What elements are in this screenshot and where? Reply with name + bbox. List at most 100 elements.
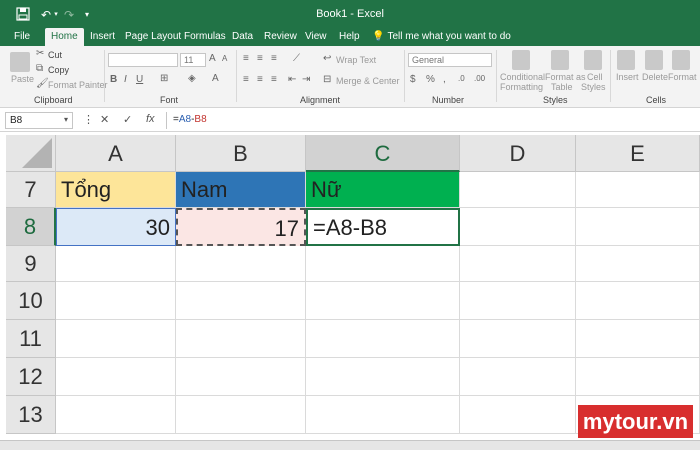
cell-e12[interactable] <box>576 358 700 396</box>
cell-c8[interactable]: =A8-B8 <box>306 208 460 246</box>
row-header-8[interactable]: 8 <box>6 208 56 246</box>
row-header-11[interactable]: 11 <box>6 320 56 358</box>
align-right-icon[interactable]: ≡ <box>271 74 277 85</box>
italic-icon[interactable]: I <box>124 74 127 85</box>
font-name-input[interactable] <box>108 53 178 67</box>
tab-insert[interactable]: Insert <box>84 28 121 46</box>
enter-icon[interactable]: ✓ <box>123 113 132 126</box>
cell-a7[interactable]: Tổng <box>56 172 176 208</box>
grow-font-icon[interactable]: A <box>209 53 216 64</box>
tab-data[interactable]: Data <box>226 28 259 46</box>
cell-d9[interactable] <box>460 246 576 282</box>
currency-icon[interactable]: $ <box>410 74 416 85</box>
borders-icon[interactable]: ⊞ <box>160 73 168 84</box>
format-cells-icon[interactable] <box>672 50 690 70</box>
cancel-icon[interactable]: ✕ <box>100 113 109 126</box>
cell-styles-icon[interactable] <box>584 50 602 70</box>
tab-home[interactable]: Home <box>45 28 84 46</box>
align-bottom-icon[interactable]: ≡ <box>271 53 277 64</box>
comma-style-icon[interactable]: , <box>443 74 446 85</box>
cell-e9[interactable] <box>576 246 700 282</box>
tab-view[interactable]: View <box>299 28 333 46</box>
format-as-table-button[interactable]: Format as <box>545 72 586 82</box>
wrap-text-button[interactable]: Wrap Text <box>336 55 376 65</box>
cell-c11[interactable] <box>306 320 460 358</box>
copy-icon[interactable]: ⧉ <box>36 63 43 74</box>
fill-color-icon[interactable]: ◈ <box>188 73 196 84</box>
conditional-formatting-button[interactable]: Conditional <box>500 72 545 82</box>
increase-decimal-icon[interactable]: .0 <box>458 74 465 83</box>
align-middle-icon[interactable]: ≡ <box>257 53 263 64</box>
font-color-icon[interactable]: A <box>212 73 219 84</box>
decrease-decimal-icon[interactable]: .00 <box>474 74 485 83</box>
cell-c9[interactable] <box>306 246 460 282</box>
delete-cells-icon[interactable] <box>645 50 663 70</box>
row-header-10[interactable]: 10 <box>6 282 56 320</box>
paste-button[interactable]: Paste <box>11 74 34 84</box>
cell-a8[interactable]: 30 <box>56 208 176 246</box>
paste-icon[interactable] <box>10 52 30 72</box>
delete-cells-button[interactable]: Delete <box>642 72 668 82</box>
cell-d8[interactable] <box>460 208 576 246</box>
tab-page-layout[interactable]: Page Layout <box>119 28 187 46</box>
cell-a13[interactable] <box>56 396 176 434</box>
row-header-7[interactable]: 7 <box>6 172 56 208</box>
cell-c7[interactable]: Nữ <box>306 172 460 208</box>
cell-e8[interactable] <box>576 208 700 246</box>
format-as-table-icon[interactable] <box>551 50 569 70</box>
row-header-13[interactable]: 13 <box>6 396 56 434</box>
cell-e10[interactable] <box>576 282 700 320</box>
column-header-b[interactable]: B <box>176 135 306 172</box>
cell-e11[interactable] <box>576 320 700 358</box>
column-header-e[interactable]: E <box>576 135 700 172</box>
insert-function-icon[interactable]: fx <box>146 113 155 125</box>
align-center-icon[interactable]: ≡ <box>257 74 263 85</box>
formula-options-icon[interactable]: ⋮ <box>83 113 94 126</box>
align-left-icon[interactable]: ≡ <box>243 74 249 85</box>
cell-b7[interactable]: Nam <box>176 172 306 208</box>
format-cells-button[interactable]: Format <box>668 72 697 82</box>
merge-center-icon[interactable]: ⊟ <box>323 74 331 85</box>
column-header-c[interactable]: C <box>306 135 460 172</box>
font-size-input[interactable]: 11 <box>180 53 206 67</box>
bold-icon[interactable]: B <box>110 74 117 85</box>
tab-file[interactable]: File <box>8 28 36 46</box>
column-header-a[interactable]: A <box>56 135 176 172</box>
cell-d7[interactable] <box>460 172 576 208</box>
cell-b9[interactable] <box>176 246 306 282</box>
cell-d10[interactable] <box>460 282 576 320</box>
tab-review[interactable]: Review <box>258 28 303 46</box>
name-box-dropdown-icon[interactable]: ▾ <box>64 115 68 124</box>
tab-help[interactable]: Help <box>333 28 366 46</box>
row-header-12[interactable]: 12 <box>6 358 56 396</box>
cut-icon[interactable]: ✂ <box>36 48 44 59</box>
cell-b13[interactable] <box>176 396 306 434</box>
format-painter-icon[interactable]: 🖌 <box>36 78 49 89</box>
cell-styles-button[interactable]: Cell <box>587 72 603 82</box>
cell-styles-sub[interactable]: Styles <box>581 82 606 92</box>
cell-c12[interactable] <box>306 358 460 396</box>
cell-e7[interactable] <box>576 172 700 208</box>
cell-d12[interactable] <box>460 358 576 396</box>
align-top-icon[interactable]: ≡ <box>243 53 249 64</box>
cell-b8[interactable]: 17 <box>176 208 306 246</box>
cell-d11[interactable] <box>460 320 576 358</box>
insert-cells-button[interactable]: Insert <box>616 72 639 82</box>
cell-a11[interactable] <box>56 320 176 358</box>
insert-cells-icon[interactable] <box>617 50 635 70</box>
conditional-formatting-sub[interactable]: Formatting <box>500 82 543 92</box>
wrap-text-icon[interactable]: ↩ <box>323 53 331 64</box>
percent-icon[interactable]: % <box>426 74 435 85</box>
tell-me-search[interactable]: 💡 Tell me what you want to do <box>366 28 517 46</box>
column-header-d[interactable]: D <box>460 135 576 172</box>
cell-b12[interactable] <box>176 358 306 396</box>
cell-b11[interactable] <box>176 320 306 358</box>
increase-indent-icon[interactable]: ⇥ <box>302 74 310 85</box>
row-header-9[interactable]: 9 <box>6 246 56 282</box>
cut-button[interactable]: Cut <box>48 50 62 60</box>
format-painter-button[interactable]: Format Painter <box>48 80 108 90</box>
decrease-indent-icon[interactable]: ⇤ <box>288 74 296 85</box>
cell-a9[interactable] <box>56 246 176 282</box>
merge-center-button[interactable]: Merge & Center <box>336 76 400 86</box>
formula-input[interactable]: =A8-B8 <box>166 112 700 129</box>
